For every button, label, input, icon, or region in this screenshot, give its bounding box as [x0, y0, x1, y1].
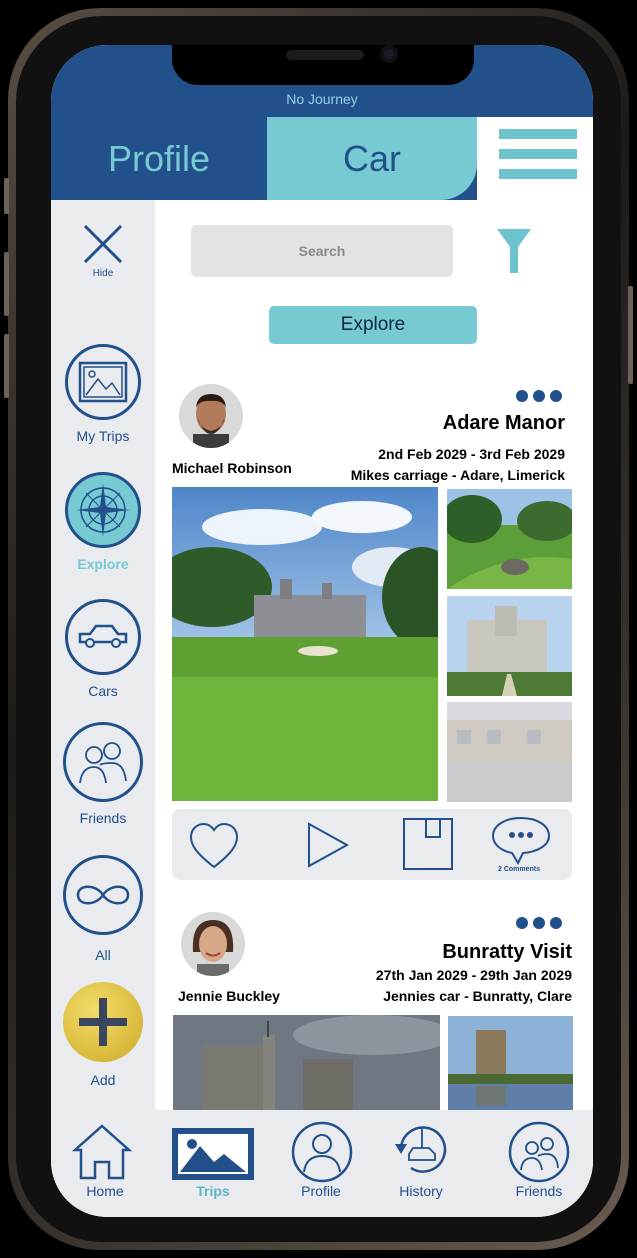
friends-icon: [508, 1121, 570, 1183]
post-dates: 27th Jan 2029 - 29th Jan 2029: [375, 967, 572, 983]
nav-trips[interactable]: Trips: [159, 1110, 267, 1217]
tab-car[interactable]: Car: [267, 117, 477, 200]
post-options-icon[interactable]: [516, 390, 562, 402]
comments-count[interactable]: 2 Comments: [498, 866, 540, 873]
history-icon: [395, 1126, 447, 1173]
nav-profile[interactable]: Profile: [267, 1110, 375, 1217]
sidebar: Hide My Trips Explore Cars Friends All A…: [51, 200, 155, 1110]
infinity-icon: [63, 855, 143, 935]
post-dates: 2nd Feb 2029 - 3rd Feb 2029: [378, 446, 565, 462]
app-screen: No Journey Profile Car Hide My Trips Exp…: [51, 45, 593, 1217]
phone-side-button: [4, 334, 9, 398]
nav-history[interactable]: History: [367, 1110, 475, 1217]
sidebar-item-add[interactable]: Add: [51, 982, 155, 1088]
nav-label-history: History: [399, 1183, 443, 1199]
comment-icon[interactable]: [490, 815, 552, 865]
post-main-photo[interactable]: [173, 1015, 440, 1110]
sidebar-label-all: All: [95, 947, 111, 963]
post-car-location: Mikes carriage - Adare, Limerick: [350, 467, 565, 483]
hamburger-menu-icon[interactable]: [477, 117, 593, 200]
post-options-icon[interactable]: [516, 917, 562, 929]
nav-label-home: Home: [86, 1183, 124, 1199]
trips-image-icon: [172, 1128, 254, 1180]
sidebar-label-my-trips: My Trips: [76, 428, 130, 444]
bottom-nav: Home Trips Profile History Friends: [51, 1110, 593, 1217]
post-title: Adare Manor: [442, 412, 565, 434]
sidebar-item-my-trips[interactable]: My Trips: [51, 344, 155, 444]
camera-icon: [380, 45, 398, 63]
profile-icon: [291, 1121, 353, 1183]
filter-icon[interactable]: [495, 225, 533, 277]
sidebar-label-cars: Cars: [88, 683, 118, 699]
nav-friends[interactable]: Friends: [485, 1110, 593, 1217]
car-icon: [65, 599, 141, 675]
post-user-name[interactable]: Michael Robinson: [172, 460, 292, 476]
post-main-photo[interactable]: [172, 487, 438, 801]
post-user-name[interactable]: Jennie Buckley: [178, 988, 280, 1004]
hide-label: Hide: [92, 268, 114, 279]
post-thumbnail[interactable]: [447, 702, 572, 802]
photo-frame-icon: [65, 344, 141, 420]
sidebar-item-all[interactable]: All: [51, 855, 155, 963]
post-title: Bunratty Visit: [442, 941, 572, 963]
nav-home[interactable]: Home: [51, 1110, 159, 1217]
sidebar-label-explore: Explore: [77, 556, 129, 572]
heart-icon[interactable]: [188, 821, 240, 871]
post-thumbnail[interactable]: [447, 596, 572, 696]
post-car-location: Jennies car - Bunratty, Clare: [383, 988, 572, 1004]
post-thumbnail[interactable]: [448, 1016, 573, 1110]
nav-label-profile: Profile: [301, 1183, 341, 1199]
play-icon[interactable]: [306, 821, 350, 869]
sidebar-label-friends: Friends: [79, 810, 127, 826]
phone-side-button: [4, 252, 9, 316]
tab-profile[interactable]: Profile: [51, 117, 267, 200]
explore-button[interactable]: Explore: [269, 306, 477, 344]
phone-speaker: [286, 50, 364, 60]
avatar[interactable]: [179, 384, 243, 448]
save-icon[interactable]: [402, 817, 454, 871]
hide-sidebar-button[interactable]: Hide: [51, 222, 155, 279]
sidebar-item-explore[interactable]: Explore: [51, 472, 155, 572]
post-actions-bar: 2 Comments: [172, 809, 572, 880]
home-icon: [71, 1124, 133, 1180]
search-input[interactable]: Search: [191, 225, 453, 277]
nav-label-trips: Trips: [196, 1183, 230, 1199]
post-thumbnail[interactable]: [447, 489, 572, 589]
friends-icon: [63, 722, 143, 802]
sidebar-label-add: Add: [90, 1072, 116, 1088]
compass-icon: [65, 472, 141, 548]
sidebar-item-cars[interactable]: Cars: [51, 599, 155, 699]
nav-label-friends: Friends: [515, 1183, 563, 1199]
plus-icon: [63, 982, 143, 1062]
phone-side-button: [628, 286, 633, 384]
close-icon: [83, 224, 123, 264]
avatar[interactable]: [181, 912, 245, 976]
sidebar-item-friends[interactable]: Friends: [51, 722, 155, 826]
journey-status: No Journey: [286, 91, 358, 107]
phone-side-button: [4, 178, 9, 214]
